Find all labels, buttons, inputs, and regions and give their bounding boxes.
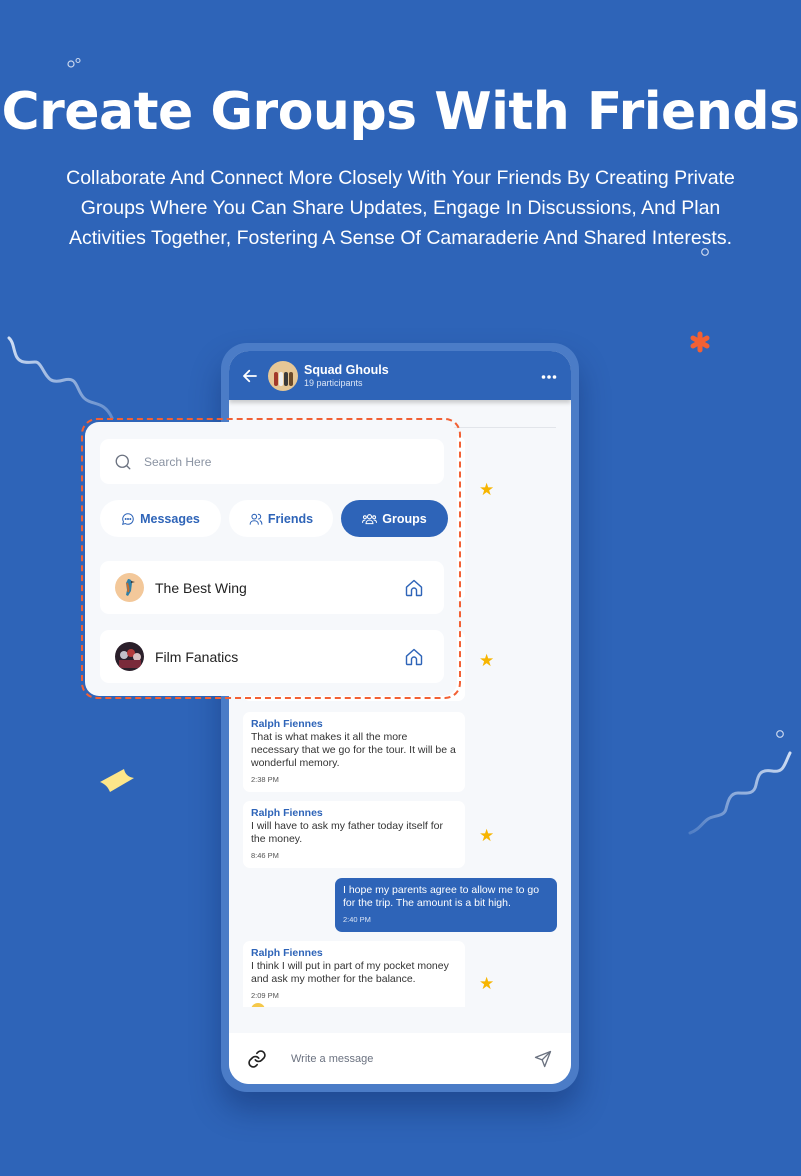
search-field[interactable] — [100, 439, 444, 484]
back-button[interactable] — [235, 367, 265, 385]
star-icon[interactable]: ★ — [479, 481, 494, 498]
link-icon[interactable] — [247, 1049, 267, 1069]
message-text: I think I will put in part of my pocket … — [251, 960, 449, 985]
more-horizontal-icon — [541, 374, 557, 379]
tab-label: Groups — [382, 511, 427, 526]
group-avatar[interactable] — [268, 360, 298, 391]
home-icon[interactable] — [404, 578, 424, 598]
chat-bubble-icon — [122, 512, 134, 525]
message-time: 8:46 PM — [251, 851, 279, 860]
participant-count: 19 participants — [304, 378, 363, 388]
message-composer — [229, 1033, 571, 1084]
group-list-item[interactable]: The Best Wing — [100, 561, 444, 614]
star-icon[interactable]: ★ — [479, 827, 494, 844]
home-icon[interactable] — [404, 647, 424, 667]
group-avatar — [115, 573, 144, 602]
group-avatar — [115, 642, 144, 671]
emoji-reaction-icon[interactable] — [251, 1003, 265, 1007]
chat-header: Squad Ghouls 19 participants — [229, 351, 571, 400]
message-text: I hope my parents agree to allow me to g… — [343, 884, 540, 909]
group-list-item[interactable]: Film Fanatics — [100, 630, 444, 683]
page-subtitle: Collaborate And Connect More Closely Wit… — [66, 167, 735, 249]
search-icon — [115, 454, 131, 469]
more-options-button[interactable] — [541, 367, 557, 385]
message-input[interactable] — [291, 1052, 511, 1065]
chat-title: Squad Ghouls — [304, 363, 389, 377]
tab-label: Messages — [140, 511, 200, 526]
message-time: 2:40 PM — [343, 915, 371, 924]
group-name: Film Fanatics — [155, 648, 239, 665]
message-time: 2:38 PM — [251, 775, 279, 784]
message-text: I will have to ask my father today itsel… — [251, 820, 443, 845]
message-sender[interactable]: Ralph Fiennes — [251, 718, 457, 731]
tab-messages[interactable]: Messages — [100, 500, 221, 537]
arrow-left-icon — [243, 369, 257, 382]
squiggle-left-decoration-icon — [7, 336, 114, 420]
groups-panel: Messages Friends Groups The Best Wing Fi… — [85, 422, 457, 696]
page-title: Create Groups With Friends — [1, 82, 800, 142]
message-bubble: Ralph Fiennes I will have to ask my fath… — [243, 801, 465, 868]
send-icon[interactable] — [533, 1049, 553, 1069]
search-input[interactable] — [144, 454, 404, 469]
star-icon[interactable]: ★ — [479, 975, 494, 992]
tab-friends[interactable]: Friends — [229, 500, 333, 537]
star-icon[interactable]: ★ — [479, 652, 494, 669]
message-bubble: Ralph Fiennes That is what makes it all … — [243, 712, 465, 792]
tab-groups[interactable]: Groups — [341, 500, 448, 537]
message-bubble: Ralph Fiennes I think I will put in part… — [243, 941, 465, 1007]
users-icon — [249, 513, 263, 525]
message-sender[interactable]: Ralph Fiennes — [251, 807, 457, 820]
tab-label: Friends — [267, 511, 314, 526]
circle-decoration-icon — [701, 248, 709, 256]
bubbles-decoration-icon — [67, 57, 81, 68]
group-name: The Best Wing — [155, 579, 247, 596]
message-sender[interactable]: Ralph Fiennes — [251, 947, 457, 960]
date-divider — [451, 427, 556, 428]
asterisk-decoration-icon — [690, 331, 710, 353]
message-bubble-outgoing: I hope my parents agree to allow me to g… — [335, 878, 557, 932]
message-text: That is what makes it all the more neces… — [251, 731, 456, 769]
squiggle-right-decoration-icon — [688, 730, 792, 835]
group-icon — [362, 513, 378, 524]
message-time: 2:09 PM — [251, 991, 279, 1000]
ticket-decoration-icon — [100, 769, 134, 792]
